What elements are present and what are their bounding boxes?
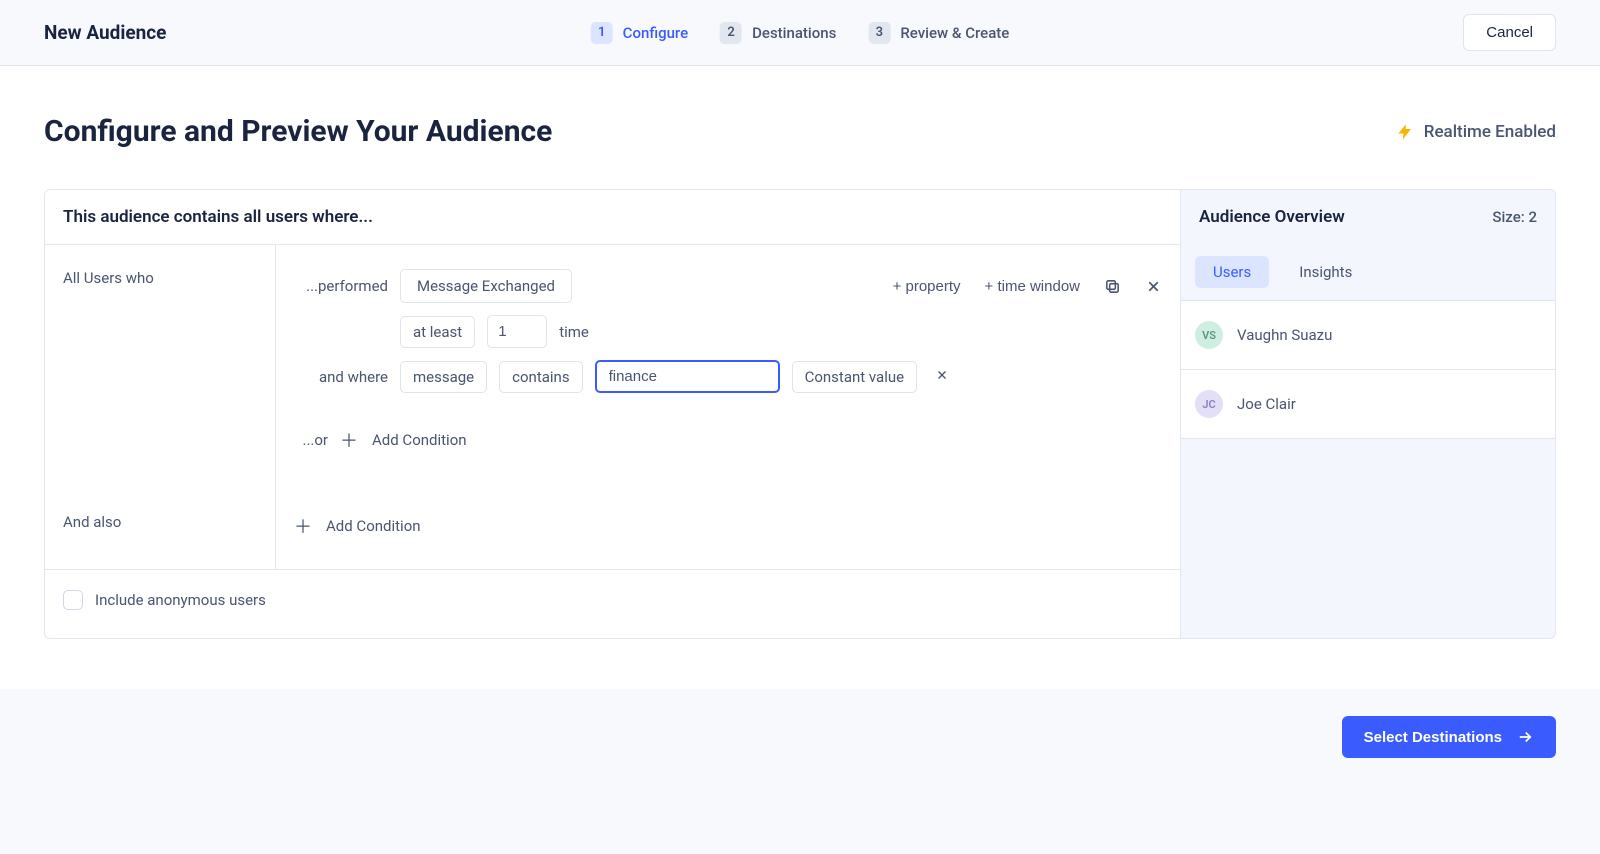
top-bar: New Audience 1 Configure 2 Destinations …: [0, 0, 1600, 66]
avatar: JC: [1195, 390, 1223, 418]
condition-group-2: And also ＋ Add Condition: [45, 483, 1180, 569]
user-name: Vaughn Suazu: [1237, 326, 1332, 344]
step-number: 3: [868, 22, 890, 44]
property-value-input[interactable]: [609, 368, 766, 385]
remove-condition-button[interactable]: [1145, 278, 1162, 295]
step-number: 2: [720, 22, 742, 44]
duplicate-button[interactable]: [1104, 278, 1121, 295]
add-property-button[interactable]: + property: [893, 278, 961, 295]
performed-label: ...performed: [294, 277, 388, 295]
condition-block: ...performed Message Exchanged + propert…: [275, 245, 1180, 483]
select-destinations-button[interactable]: Select Destinations: [1342, 716, 1556, 758]
step-destinations[interactable]: 2 Destinations: [720, 22, 836, 44]
plus-icon: ＋: [294, 513, 312, 539]
conditions-panel: This audience contains all users where..…: [45, 190, 1180, 638]
realtime-label: Realtime Enabled: [1424, 122, 1556, 142]
frequency-row: at least time: [294, 315, 1162, 348]
avatar: VS: [1195, 321, 1223, 349]
plus-icon: ＋: [340, 427, 358, 453]
wizard-steps: 1 Configure 2 Destinations 3 Review & Cr…: [591, 22, 1010, 44]
group-label: And also: [45, 483, 275, 569]
realtime-status: Realtime Enabled: [1396, 122, 1556, 142]
where-row: and where message contains Constant valu…: [294, 360, 1162, 393]
conditions-header: This audience contains all users where..…: [45, 190, 1180, 245]
step-review[interactable]: 3 Review & Create: [868, 22, 1009, 44]
performed-row: ...performed Message Exchanged + propert…: [294, 269, 1162, 303]
add-time-window-button[interactable]: + time window: [985, 278, 1080, 295]
config-panels: This audience contains all users where..…: [44, 189, 1556, 639]
tab-insights[interactable]: Insights: [1281, 256, 1370, 288]
add-or-condition-button[interactable]: ＋ Add Condition: [340, 421, 467, 459]
page-title: New Audience: [44, 21, 166, 44]
step-number: 1: [591, 22, 613, 44]
overview-title: Audience Overview: [1199, 207, 1345, 227]
step-label: Configure: [623, 24, 688, 42]
footer: Select Destinations: [0, 689, 1600, 785]
value-type-select[interactable]: Constant value: [792, 361, 918, 393]
condition-group-1: All Users who ...performed Message Excha…: [45, 245, 1180, 483]
user-list: VS Vaughn Suazu JC Joe Clair: [1181, 300, 1555, 439]
content: Configure and Preview Your Audience Real…: [0, 66, 1600, 689]
audience-size: Size: 2: [1492, 208, 1537, 226]
property-value-input-wrap[interactable]: [595, 360, 780, 393]
close-icon: [1145, 278, 1162, 295]
arrow-right-icon: [1516, 728, 1534, 746]
main-heading: Configure and Preview Your Audience: [44, 114, 552, 149]
step-label: Destinations: [752, 24, 836, 42]
overview-header: Audience Overview Size: 2: [1181, 190, 1555, 244]
or-row: ...or ＋ Add Condition: [294, 421, 1162, 459]
copy-icon: [1104, 278, 1121, 295]
condition-block: ＋ Add Condition: [275, 483, 1180, 569]
close-icon: [935, 368, 949, 382]
property-operator-select[interactable]: contains: [499, 361, 582, 393]
frequency-operator-select[interactable]: at least: [400, 316, 475, 348]
event-select[interactable]: Message Exchanged: [400, 269, 572, 303]
include-anonymous-checkbox[interactable]: [63, 590, 83, 610]
include-anonymous-label: Include anonymous users: [95, 591, 266, 609]
overview-panel: Audience Overview Size: 2 Users Insights…: [1180, 190, 1555, 638]
step-configure[interactable]: 1 Configure: [591, 22, 688, 44]
tab-users[interactable]: Users: [1195, 256, 1269, 288]
and-where-label: and where: [294, 368, 388, 386]
overview-tabs: Users Insights: [1181, 244, 1555, 300]
bolt-icon: [1396, 123, 1414, 141]
anonymous-row: Include anonymous users: [45, 570, 1180, 638]
list-item[interactable]: JC Joe Clair: [1181, 370, 1555, 439]
group-label: All Users who: [45, 245, 275, 483]
frequency-unit-label: time: [559, 323, 589, 341]
cancel-button[interactable]: Cancel: [1463, 14, 1556, 51]
add-and-condition-button[interactable]: ＋ Add Condition: [294, 507, 1162, 545]
user-name: Joe Clair: [1237, 395, 1296, 413]
heading-row: Configure and Preview Your Audience Real…: [44, 114, 1556, 149]
frequency-value-input[interactable]: [487, 315, 547, 348]
list-item[interactable]: VS Vaughn Suazu: [1181, 300, 1555, 370]
or-label: ...or: [294, 431, 328, 449]
step-label: Review & Create: [900, 24, 1009, 42]
property-name-select[interactable]: message: [400, 361, 487, 393]
remove-property-button[interactable]: [929, 367, 955, 387]
